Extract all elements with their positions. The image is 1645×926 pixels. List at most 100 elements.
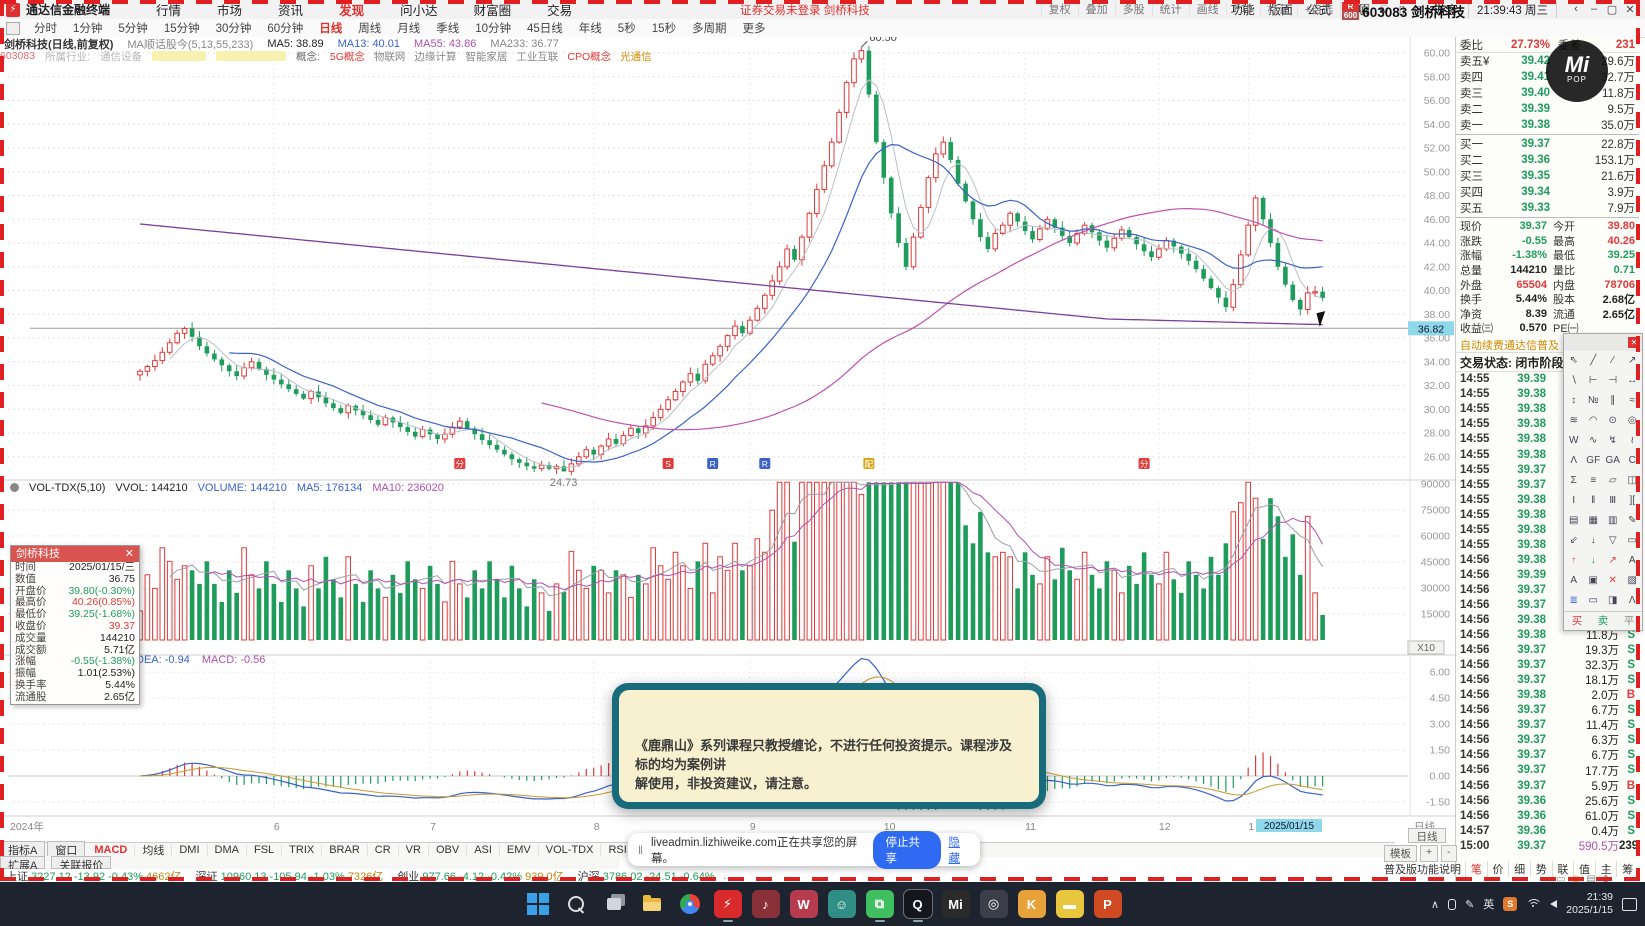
price-note-tool[interactable]: №: [1584, 391, 1604, 411]
back-button[interactable]: ‹: [1567, 3, 1585, 16]
buy-level-row[interactable]: 买三 39.35 21.6万: [1456, 168, 1639, 184]
ticker-item-创业[interactable]: 创业 977.66 -4.12 -0.42% 939.0亿: [391, 869, 563, 883]
select-tool[interactable]: ⇖: [1564, 351, 1584, 371]
close-icon[interactable]: ✕: [125, 546, 134, 562]
indicator-tab-TRIX[interactable]: TRIX: [282, 844, 323, 856]
period-item-1分钟[interactable]: 1分钟: [65, 20, 110, 36]
toolbar-button-复权[interactable]: 复权: [1040, 1, 1078, 17]
taskbar-app-qq[interactable]: Q: [902, 889, 933, 922]
text-style-tool[interactable]: A: [1564, 571, 1584, 591]
table-tool[interactable]: ▭: [1584, 591, 1604, 611]
palette-footer-卖[interactable]: 卖: [1590, 612, 1616, 630]
sell-level-row[interactable]: 卖一 39.38 35.0万: [1456, 117, 1639, 133]
indicator-tab-FSL[interactable]: FSL: [247, 844, 283, 856]
buy-level-row[interactable]: 买二 39.36 153.1万: [1456, 152, 1639, 168]
m-top-tool[interactable]: Λ: [1564, 451, 1584, 471]
period-item-5秒[interactable]: 5秒: [610, 20, 644, 36]
gann-box-tool[interactable]: ◫: [1623, 471, 1643, 491]
mic-icon[interactable]: [1448, 898, 1457, 910]
buy-level-row[interactable]: 买一 39.37 22.8万: [1456, 136, 1639, 152]
taskbar-app-music-app[interactable]: ♪: [751, 890, 780, 918]
menu-item-发现[interactable]: 发现: [321, 0, 382, 19]
quote-tab-细[interactable]: 细: [1508, 861, 1530, 877]
taskbar-app-wechat[interactable]: ⧉: [865, 890, 894, 922]
menu-item-财富圈[interactable]: 财富圈: [456, 0, 530, 19]
tooltip-header[interactable]: 剑桥科技 ✕: [11, 546, 139, 562]
bracket-tool[interactable]: ][: [1623, 491, 1643, 511]
bar-tool-2[interactable]: ‖: [1584, 491, 1604, 511]
buy-arrow-tool[interactable]: ↑: [1564, 551, 1584, 571]
hide-share-link[interactable]: 隐藏: [949, 834, 971, 866]
ticker-item-沪深[interactable]: 沪深 3786.02 -24.51 -0.64%: [572, 869, 715, 883]
circle-tool[interactable]: ⊙: [1603, 411, 1623, 431]
layout-icon[interactable]: [6, 21, 20, 35]
period-item-更多[interactable]: 更多: [735, 20, 774, 36]
concept-tag[interactable]: 边缘计算: [414, 49, 456, 64]
period-item-30分钟[interactable]: 30分钟: [208, 20, 260, 36]
period-item-多周期[interactable]: 多周期: [684, 20, 735, 36]
angle-tool[interactable]: Λ: [1623, 591, 1643, 611]
concept-tag[interactable]: CPO概念: [567, 49, 611, 64]
w-bottom-tool[interactable]: W: [1564, 431, 1584, 451]
concept-tag[interactable]: 物联网: [374, 49, 406, 64]
rectangle-tool[interactable]: ▭: [1623, 531, 1643, 551]
sub-tab-扩展A[interactable]: 扩展A: [0, 856, 46, 872]
regression-tool[interactable]: ▥: [1603, 511, 1623, 531]
quote-tab-笔[interactable]: 笔: [1465, 861, 1487, 877]
wave-line-tool[interactable]: ≈: [1623, 391, 1643, 411]
menu-item-问小达[interactable]: 问小达: [382, 0, 456, 19]
taskbar-app-search[interactable]: [562, 890, 590, 918]
stock-code-name[interactable]: 603083 剑桥科技: [1362, 1, 1465, 21]
quote-tab-价[interactable]: 价: [1486, 861, 1509, 877]
stop-share-button[interactable]: 停止共享: [873, 830, 941, 869]
ime-icon[interactable]: S: [1503, 897, 1518, 911]
indicator-tab-BRAR[interactable]: BRAR: [322, 844, 368, 856]
arrow-line-tool[interactable]: ↗: [1623, 351, 1643, 371]
concept-tag[interactable]: 工业互联: [516, 49, 558, 64]
menu-item-行情[interactable]: 行情: [138, 0, 199, 19]
taskbar-app-sticky-notes[interactable]: ▬: [1055, 890, 1084, 918]
indicator-tab-OBV[interactable]: OBV: [429, 844, 468, 856]
toolbar-button-画线[interactable]: 画线: [1188, 1, 1226, 17]
taskbar-app-tdx-app[interactable]: ⚡: [713, 890, 742, 922]
period-item-年线[interactable]: 年线: [571, 20, 610, 36]
period-item-周线[interactable]: 周线: [350, 20, 389, 36]
clock-date[interactable]: 21:39 2025/1/15: [1566, 891, 1613, 917]
indicator-dot-icon[interactable]: [10, 483, 19, 492]
indicator-tab-VR[interactable]: VR: [399, 844, 429, 856]
vertical-line-tool[interactable]: ↕: [1564, 391, 1584, 411]
dense-grid-tool[interactable]: ▦: [1584, 511, 1604, 531]
taskbar-app-powerpoint[interactable]: P: [1093, 890, 1122, 918]
fan-lines-tool[interactable]: ⇙: [1564, 531, 1584, 551]
buy-level-row[interactable]: 买五 39.33 7.9万: [1456, 200, 1639, 216]
segment-tool[interactable]: ∖: [1564, 371, 1584, 391]
sell-level-row[interactable]: 卖三 39.40 11.8万: [1456, 85, 1639, 101]
menu-item-资讯[interactable]: 资讯: [260, 0, 321, 19]
impulse-tool[interactable]: ↯: [1603, 431, 1623, 451]
indicator-tab-DMA[interactable]: DMA: [208, 844, 247, 856]
indicator-tab-VOL-TDX[interactable]: VOL-TDX: [539, 844, 602, 856]
toolbar-button-叠加[interactable]: 叠加: [1077, 1, 1115, 17]
zigzag-tool[interactable]: ∿: [1584, 431, 1604, 451]
sub-tab-关联报价[interactable]: 关联报价: [51, 856, 112, 872]
indicator-tab-ASI[interactable]: ASI: [467, 844, 500, 856]
sell-arrow-tool[interactable]: ↓: [1584, 551, 1604, 571]
indicator-tab-MACD[interactable]: MACD: [87, 844, 136, 856]
concept-tag[interactable]: 5G概念: [330, 49, 365, 64]
close-button[interactable]: ✕: [1621, 3, 1639, 16]
taskbar-app-kuaishou-app[interactable]: K: [1017, 890, 1046, 918]
period-item-15秒[interactable]: 15秒: [644, 20, 684, 36]
tray-chevron-icon[interactable]: ∧: [1431, 898, 1439, 911]
pen-icon[interactable]: ✎: [1465, 898, 1474, 911]
cycle-tool[interactable]: C: [1623, 451, 1643, 471]
period-item-15分钟[interactable]: 15分钟: [156, 20, 208, 36]
taskbar-app-task-view[interactable]: [600, 890, 628, 918]
horizontal-line-tool[interactable]: ↔: [1623, 371, 1643, 391]
lang-indicator[interactable]: 英: [1483, 896, 1494, 912]
period-item-60分钟[interactable]: 60分钟: [259, 20, 311, 36]
trendline-tool[interactable]: ╱: [1584, 351, 1604, 371]
toolbar-button-统计[interactable]: 统计: [1151, 1, 1189, 17]
menu-item-交易[interactable]: 交易: [529, 0, 590, 19]
period-item-10分钟[interactable]: 10分钟: [467, 20, 519, 36]
taskbar-app-wps-app[interactable]: W: [789, 890, 818, 918]
